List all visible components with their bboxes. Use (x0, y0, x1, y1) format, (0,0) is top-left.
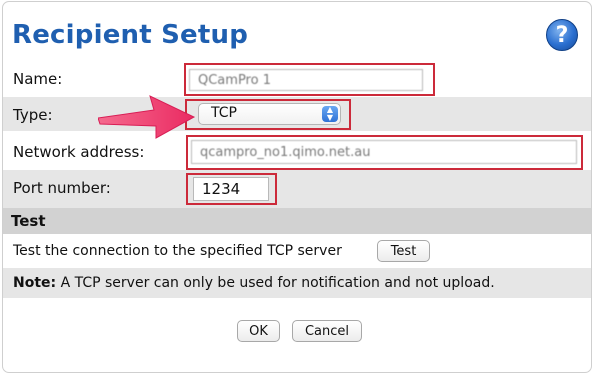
note-body: A TCP server can only be used for notifi… (56, 275, 495, 291)
port-row: Port number: (3, 170, 591, 208)
test-section-header: Test (3, 208, 591, 234)
test-header-label: Test (11, 212, 46, 230)
ok-button[interactable]: OK (237, 320, 280, 342)
dialog-title: Recipient Setup (12, 20, 249, 50)
port-label: Port number: (13, 179, 111, 197)
help-icon[interactable]: ? (546, 19, 578, 51)
test-description: Test the connection to the specified TCP… (13, 243, 342, 259)
cancel-button[interactable]: Cancel (292, 320, 362, 342)
type-label: Type: (13, 106, 53, 124)
type-highlight (185, 99, 351, 130)
name-label: Name: (13, 70, 63, 88)
name-highlight (184, 63, 435, 96)
network-highlight (186, 135, 583, 170)
port-highlight (186, 173, 277, 205)
network-label: Network address: (13, 143, 145, 161)
test-row: Test the connection to the specified TCP… (3, 236, 591, 268)
note-row: Note: A TCP server can only be used for … (3, 268, 591, 298)
recipient-setup-dialog: Recipient Setup ? Name: QCamPro 1 Type: … (2, 1, 592, 373)
test-button[interactable]: Test (377, 240, 430, 262)
note-label: Note: (13, 275, 57, 291)
note-text: Note: A TCP server can only be used for … (13, 275, 495, 291)
